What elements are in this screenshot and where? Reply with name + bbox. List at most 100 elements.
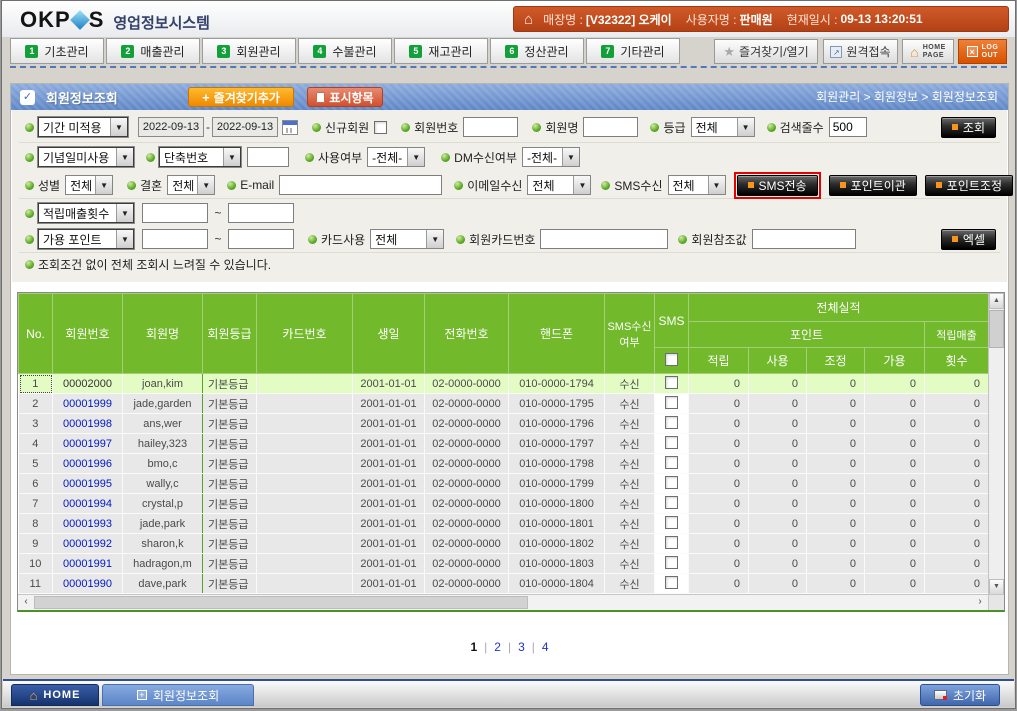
scroll-down-icon[interactable]: ▼ [989,579,1004,595]
point-adjust-button[interactable]: 포인트조정 [925,175,1013,196]
member-no-input[interactable] [463,117,518,137]
row-sms-checkbox[interactable] [665,436,678,449]
row-sms-checkbox[interactable] [665,476,678,489]
cell-sms-status: 수신 [605,474,655,494]
email-input[interactable] [279,175,442,195]
page-current[interactable]: 1 [470,640,477,654]
scroll-up-icon[interactable]: ▲ [989,293,1004,309]
row-sms-checkbox[interactable] [665,556,678,569]
cell-member-no[interactable]: 00001990 [53,574,123,594]
member-card-no-input[interactable] [540,229,668,249]
scroll-right-icon[interactable]: › [972,595,988,610]
menu-tab-sales[interactable]: 2 매출관리 [106,38,200,64]
excel-button[interactable]: 엑셀 [941,229,996,250]
table-row[interactable]: 800001993jade,park기본등급2001-01-0102-0000-… [19,514,989,534]
anniversary-select[interactable]: 기념일미사용 ▼ [38,147,134,167]
add-favorite-button[interactable]: + 즐겨찾기추가 [188,87,294,107]
date-to-field[interactable]: 2022-09-13 [212,117,278,137]
cell-member-no[interactable]: 00001993 [53,514,123,534]
horizontal-scrollbar[interactable]: ‹ › [18,594,988,610]
menu-tab-inventory[interactable]: 5 재고관리 [394,38,488,64]
cell-member-no[interactable]: 00001997 [53,434,123,454]
vertical-scrollbar[interactable]: ▲ ▼ [988,293,1004,595]
new-member-checkbox[interactable] [374,121,387,134]
table-row[interactable]: 900001992sharon,k기본등급2001-01-0102-0000-0… [19,534,989,554]
email-receive-select[interactable]: 전체 ▼ [527,175,591,195]
homepage-button[interactable]: ⌂ HOME PAGE [902,39,954,64]
favorites-open-button[interactable]: ★ 즐겨찾기/열기 [714,39,818,64]
page-link-4[interactable]: 4 [542,640,549,654]
member-ref-input[interactable] [752,229,856,249]
col-avail: 가용 [865,348,925,374]
table-row[interactable]: 700001994crystal,p기본등급2001-01-0102-0000-… [19,494,989,514]
page-link-2[interactable]: 2 [494,640,501,654]
menu-tab-receiving[interactable]: 4 수불관리 [298,38,392,64]
period-select[interactable]: 기간 미적용 ▼ [38,117,128,137]
row-sms-checkbox[interactable] [665,416,678,429]
row-sms-checkbox[interactable] [665,456,678,469]
table-row[interactable]: 1100001990dave,park기본등급2001-01-0102-0000… [19,574,989,594]
card-use-select[interactable]: 전체 ▼ [370,229,444,249]
cell-member-no[interactable]: 00001995 [53,474,123,494]
sales-count-select[interactable]: 적립매출횟수 ▼ [38,203,134,223]
table-row[interactable]: 600001995wally,c기본등급2001-01-0102-0000-00… [19,474,989,494]
cell-member-no[interactable]: 00001991 [53,554,123,574]
cell-member-no[interactable]: 00002000 [53,374,123,394]
point-transfer-button[interactable]: 포인트이관 [829,175,917,196]
table-row[interactable]: 500001996bmo,c기본등급2001-01-0102-0000-0000… [19,454,989,474]
sms-receive-select[interactable]: 전체 ▼ [668,175,726,195]
use-status-select[interactable]: -전체- ▼ [367,147,425,167]
cell-member-no[interactable]: 00001999 [53,394,123,414]
sales-count-from-input[interactable] [142,203,208,223]
row-sms-checkbox[interactable] [665,576,678,589]
cell-earn: 0 [689,434,749,454]
reset-button[interactable]: 초기화 [920,684,1000,706]
search-rows-input[interactable] [829,117,867,137]
table-row[interactable]: 100002000joan,kim기본등급2001-01-0102-0000-0… [19,374,989,394]
marriage-select[interactable]: 전체 ▼ [167,175,215,195]
remote-access-button[interactable]: ↗ 원격접속 [823,39,898,64]
point-type-select[interactable]: 가용 포인트 ▼ [38,229,134,249]
date-from-field[interactable]: 2022-09-13 [138,117,204,137]
menu-tab-members[interactable]: 3 회원관리 [202,38,296,64]
cell-member-no[interactable]: 00001992 [53,534,123,554]
vertical-scroll-thumb[interactable] [989,310,1004,348]
point-to-input[interactable] [228,229,294,249]
search-button[interactable]: 조회 [941,117,996,138]
cell-avail: 0 [865,434,925,454]
shortcut-input[interactable] [247,147,289,167]
row-sms-checkbox[interactable] [665,516,678,529]
logout-button[interactable]: × LOG OUT [958,39,1007,64]
point-from-input[interactable] [142,229,208,249]
cell-member-no[interactable]: 00001994 [53,494,123,514]
home-tab[interactable]: ⌂ HOME [11,684,99,706]
row-sms-checkbox[interactable] [665,396,678,409]
sms-send-button[interactable]: SMS전송 [737,175,818,196]
table-row[interactable]: 1000001991hadragon,m기본등급2001-01-0102-000… [19,554,989,574]
grade-select[interactable]: 전체 ▼ [691,117,755,137]
dm-receive-select[interactable]: -전체- ▼ [522,147,580,167]
menu-tab-etc[interactable]: 7 기타관리 [586,38,680,64]
row-sms-checkbox[interactable] [665,536,678,549]
sales-count-to-input[interactable] [228,203,294,223]
shortcut-select[interactable]: 단축번호 ▼ [159,147,241,167]
horizontal-scroll-thumb[interactable] [34,596,528,609]
table-row[interactable]: 400001997hailey,323기본등급2001-01-0102-0000… [19,434,989,454]
page-link-3[interactable]: 3 [518,640,525,654]
member-name-input[interactable] [583,117,638,137]
display-items-button[interactable]: 표시항목 [307,87,383,107]
gender-select[interactable]: 전체 ▼ [65,175,113,195]
row-sms-checkbox[interactable] [665,496,678,509]
menu-tab-settlement[interactable]: 6 정산관리 [490,38,584,64]
cell-member-no[interactable]: 00001998 [53,414,123,434]
row-sms-checkbox[interactable] [665,376,678,389]
select-all-checkbox[interactable] [665,353,678,366]
scroll-left-icon[interactable]: ‹ [18,595,34,610]
menu-tab-basic[interactable]: 1 기초관리 [10,38,104,64]
menu-tab-label: 기초관리 [44,43,88,60]
table-row[interactable]: 300001998ans,wer기본등급2001-01-0102-0000-00… [19,414,989,434]
open-page-tab[interactable]: + 회원정보조회 [102,684,254,706]
cell-member-no[interactable]: 00001996 [53,454,123,474]
table-row[interactable]: 200001999jade,garden기본등급2001-01-0102-000… [19,394,989,414]
calendar-icon[interactable] [282,120,298,135]
